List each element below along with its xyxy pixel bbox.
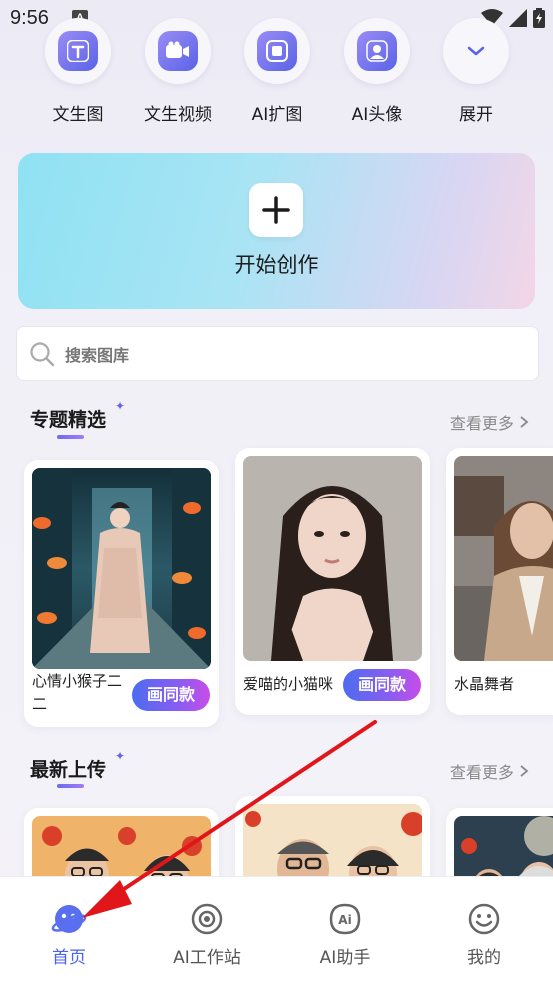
shortcut-label: 文生视频 <box>144 105 212 125</box>
home-planet-icon <box>51 901 87 937</box>
shortcut-label: AI扩图 <box>251 105 303 125</box>
shortcut-row: 文生图 文生视频 AI扩图 AI头像 展开 <box>0 18 553 133</box>
shortcut-ai-expand[interactable]: AI扩图 <box>227 18 327 125</box>
chevron-right-icon <box>520 765 529 777</box>
card-title: 心情小猴子二二 <box>32 672 123 713</box>
smiley-profile-icon <box>466 901 502 937</box>
shortcut-label: AI头像 <box>351 105 403 125</box>
featured-card[interactable]: 心情小猴子二二 画同款 <box>24 460 219 727</box>
featured-card[interactable]: 水晶舞者 <box>446 448 553 715</box>
latest-see-more-link[interactable]: 查看更多 <box>450 759 529 783</box>
bottom-nav: 首页 AI工作站 Ai AI助手 我的 <box>0 876 553 984</box>
shortcut-label: 展开 <box>459 105 493 125</box>
latest-section-title: 最新上传 <box>30 759 107 781</box>
card-image <box>243 456 422 661</box>
shortcut-ai-avatar[interactable]: AI头像 <box>327 18 427 125</box>
section-underline <box>57 784 84 788</box>
ai-workstation-icon <box>189 901 225 937</box>
nav-home[interactable]: 首页 <box>9 901 129 968</box>
shortcut-expand[interactable]: 展开 <box>426 18 526 125</box>
shortcut-label: 文生图 <box>52 105 104 125</box>
nav-ai-assistant[interactable]: Ai AI助手 <box>285 901 405 968</box>
section-underline <box>57 435 84 439</box>
plus-icon <box>249 183 303 237</box>
nav-label: 首页 <box>52 948 86 968</box>
ai-assistant-icon: Ai <box>327 901 363 937</box>
nav-mine[interactable]: 我的 <box>424 901 544 968</box>
text-to-image-icon <box>58 31 98 71</box>
svg-text:Ai: Ai <box>338 913 351 927</box>
nav-ai-workstation[interactable]: AI工作站 <box>147 901 267 968</box>
ai-avatar-icon <box>357 31 397 71</box>
see-more-label: 查看更多 <box>449 414 514 433</box>
ai-expand-icon <box>257 31 297 71</box>
nav-label: AI工作站 <box>173 948 241 968</box>
card-image <box>454 456 553 661</box>
sparkle-icon: ✦ <box>115 749 126 763</box>
shortcut-text-to-video[interactable]: 文生视频 <box>128 18 228 125</box>
start-creation-label: 开始创作 <box>234 253 319 277</box>
card-image <box>32 468 211 669</box>
card-title: 水晶舞者 <box>454 675 515 693</box>
nav-label: AI助手 <box>319 948 371 968</box>
sparkle-icon: ✦ <box>115 399 126 413</box>
draw-same-button[interactable]: 画同款 <box>343 669 421 701</box>
search-placeholder: 搜索图库 <box>65 345 130 365</box>
start-creation-card[interactable]: 开始创作 <box>18 153 535 309</box>
text-to-video-icon <box>158 31 198 71</box>
nav-label: 我的 <box>467 948 501 968</box>
shortcut-text-to-image[interactable]: 文生图 <box>28 18 128 125</box>
featured-see-more-link[interactable]: 查看更多 <box>450 410 529 434</box>
draw-same-button[interactable]: 画同款 <box>132 679 210 711</box>
chevron-right-icon <box>520 416 529 428</box>
featured-section-title: 专题精选 <box>30 409 107 431</box>
featured-card[interactable]: 爱喵的小猫咪 画同款 <box>235 448 430 715</box>
gallery-search-input[interactable]: 搜索图库 <box>16 326 539 381</box>
chevron-down-icon <box>467 46 485 56</box>
see-more-label: 查看更多 <box>449 763 514 782</box>
card-title: 爱喵的小猫咪 <box>243 675 334 693</box>
search-icon <box>30 341 55 366</box>
